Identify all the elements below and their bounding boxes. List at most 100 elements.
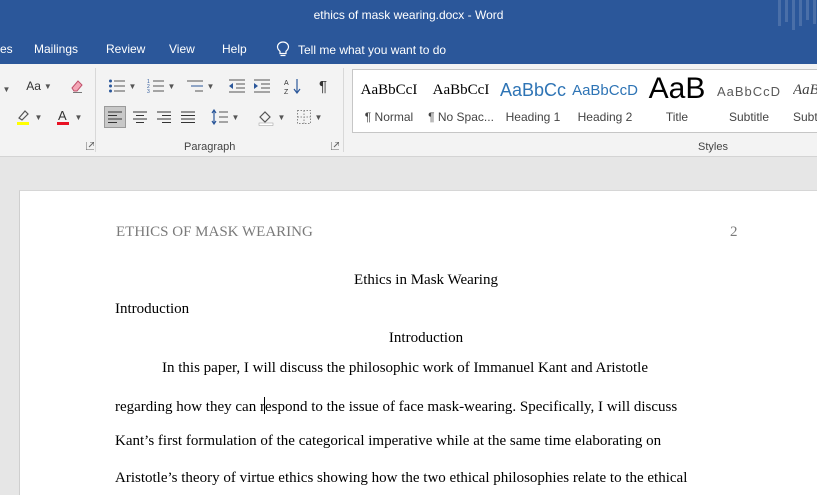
- style-sample: AaBbCcD: [572, 82, 638, 99]
- document-title: Ethics in Mask Wearing: [354, 272, 498, 288]
- svg-text:A: A: [58, 108, 67, 123]
- align-left-icon: [108, 111, 122, 123]
- paragraph-dialog-launcher-icon[interactable]: [331, 142, 339, 150]
- align-center-button[interactable]: [129, 106, 151, 128]
- ribbon-display-icon[interactable]: [776, 0, 817, 30]
- title-bar: ethics of mask wearing.docx - Word: [0, 0, 817, 34]
- increase-indent-button[interactable]: [251, 75, 273, 97]
- tell-me-label: Tell me what you want to do: [298, 43, 447, 57]
- borders-button[interactable]: ▼: [292, 106, 326, 128]
- document-page[interactable]: ETHICS OF MASK WEARING 2 Ethics in Mask …: [19, 190, 817, 495]
- font-color-icon: A: [56, 108, 69, 125]
- multilevel-list-button[interactable]: ▼: [183, 75, 217, 97]
- tab-help[interactable]: Help: [222, 42, 247, 56]
- style-name: Subtl: [793, 110, 817, 124]
- sort-button[interactable]: A Z: [282, 75, 304, 97]
- chevron-down-icon: ▼: [167, 81, 176, 91]
- svg-text:A: A: [284, 80, 289, 87]
- change-case-button[interactable]: Aa ▼: [22, 75, 56, 97]
- group-separator: [343, 68, 344, 152]
- styles-gallery: AaBbCcI ¶ Normal AaBbCcI ¶ No Spac... Aa…: [352, 69, 817, 133]
- paragraph-line: Aristotle’s theory of virtue ethics show…: [115, 470, 688, 486]
- text-before-cursor: regarding how they can r: [115, 399, 265, 415]
- pilcrow-icon: ¶: [318, 77, 328, 95]
- text-highlight-button[interactable]: ▼: [10, 106, 46, 128]
- chevron-down-icon: ▼: [74, 112, 83, 122]
- tab-mailings[interactable]: Mailings: [34, 42, 78, 56]
- style-heading-2[interactable]: AaBbCcD Heading 2: [569, 70, 641, 132]
- style-sample: AaBbCc: [499, 80, 567, 100]
- ribbon-tabs: es Mailings Review View Help Tell me wha…: [0, 34, 817, 64]
- style-name: Subtitle: [728, 110, 770, 124]
- paint-bucket-icon: [258, 111, 273, 126]
- style-sample: AaBbCcD: [716, 84, 782, 99]
- heading-introduction-left: Introduction: [115, 301, 190, 317]
- paragraph-line: Kant’s first formulation of the categori…: [115, 433, 662, 449]
- numbering-icon: 1 2 3: [147, 79, 164, 94]
- group-separator: [95, 68, 96, 152]
- numbering-button[interactable]: 1 2 3 ▼: [144, 75, 178, 97]
- line-spacing-icon: [211, 109, 228, 125]
- chevron-down-icon: ▼: [314, 112, 323, 122]
- tab-references[interactable]: es: [0, 42, 13, 56]
- borders-icon: [296, 110, 311, 124]
- font-dialog-launcher-icon[interactable]: [86, 142, 94, 150]
- change-case-icon: Aa: [26, 79, 41, 93]
- align-left-button[interactable]: [104, 106, 126, 128]
- lightbulb-icon: [276, 41, 290, 57]
- text-after-cursor: espond to the issue of face mask-wearing…: [264, 399, 678, 415]
- tab-review[interactable]: Review: [106, 42, 145, 56]
- justify-button[interactable]: [177, 106, 199, 128]
- style-title[interactable]: AaB Title: [641, 70, 713, 132]
- style-name: ¶ Normal: [364, 110, 414, 124]
- style-subtitle[interactable]: AaBbCcD Subtitle: [713, 70, 785, 132]
- svg-text:Z: Z: [284, 89, 289, 95]
- line-spacing-button[interactable]: ▼: [208, 106, 242, 128]
- style-heading-1[interactable]: AaBbCc Heading 1: [497, 70, 569, 132]
- sort-icon: A Z: [284, 79, 301, 95]
- align-center-icon: [133, 111, 147, 123]
- decrease-indent-icon: [229, 79, 245, 93]
- page-number: 2: [730, 224, 738, 240]
- chevron-down-icon: ▼: [277, 112, 286, 122]
- bullets-button[interactable]: ▼: [105, 75, 139, 97]
- align-right-button[interactable]: [153, 106, 175, 128]
- chevron-down-icon: ▼: [34, 112, 43, 122]
- chevron-down-icon: ▼: [2, 84, 11, 94]
- font-size-dropdown[interactable]: ▼: [0, 78, 11, 100]
- style-subtle-emphasis[interactable]: AaBb Subtl: [785, 70, 817, 132]
- decrease-indent-button[interactable]: [226, 75, 248, 97]
- bullets-icon: [108, 79, 125, 93]
- svg-text:3: 3: [147, 89, 150, 94]
- style-name: Title: [665, 110, 689, 124]
- multilevel-list-icon: [186, 80, 203, 92]
- heading-introduction-center: Introduction: [388, 330, 464, 346]
- style-normal[interactable]: AaBbCcI ¶ Normal: [353, 70, 425, 132]
- font-color-button[interactable]: A ▼: [50, 106, 86, 128]
- tab-view[interactable]: View: [169, 42, 195, 56]
- chevron-down-icon: ▼: [43, 81, 52, 91]
- clear-formatting-button[interactable]: [66, 75, 88, 97]
- style-sample: AaBb: [793, 82, 817, 98]
- chevron-down-icon: ▼: [128, 81, 137, 91]
- show-formatting-marks-button[interactable]: ¶: [312, 75, 334, 97]
- window-title: ethics of mask wearing.docx - Word: [313, 8, 504, 22]
- align-right-icon: [157, 111, 171, 123]
- clear-formatting-icon: [71, 80, 83, 93]
- chevron-down-icon: ▼: [231, 112, 240, 122]
- style-sample: AaBbCcI: [360, 82, 418, 98]
- increase-indent-icon: [254, 79, 270, 93]
- paragraph-line: In this paper, I will discuss the philos…: [162, 360, 648, 376]
- shading-button[interactable]: ▼: [254, 106, 288, 128]
- style-name: Heading 2: [577, 110, 633, 124]
- style-sample: AaB: [648, 72, 706, 105]
- style-name: Heading 1: [505, 110, 561, 124]
- style-sample: AaBbCcI: [432, 82, 490, 98]
- style-name: ¶ No Spac...: [428, 110, 494, 124]
- ribbon: ▼ Aa ▼ ▼ A ▼ ▼ 1 2 3 ▼ ▼ A Z ¶ ▼ ▼ ▼ Par…: [0, 64, 817, 157]
- paragraph-group-label: Paragraph: [184, 141, 236, 153]
- tell-me-search[interactable]: Tell me what you want to do: [276, 41, 446, 57]
- justify-icon: [181, 111, 195, 123]
- style-no-spacing[interactable]: AaBbCcI ¶ No Spac...: [425, 70, 497, 132]
- document-area: ETHICS OF MASK WEARING 2 Ethics in Mask …: [0, 157, 817, 495]
